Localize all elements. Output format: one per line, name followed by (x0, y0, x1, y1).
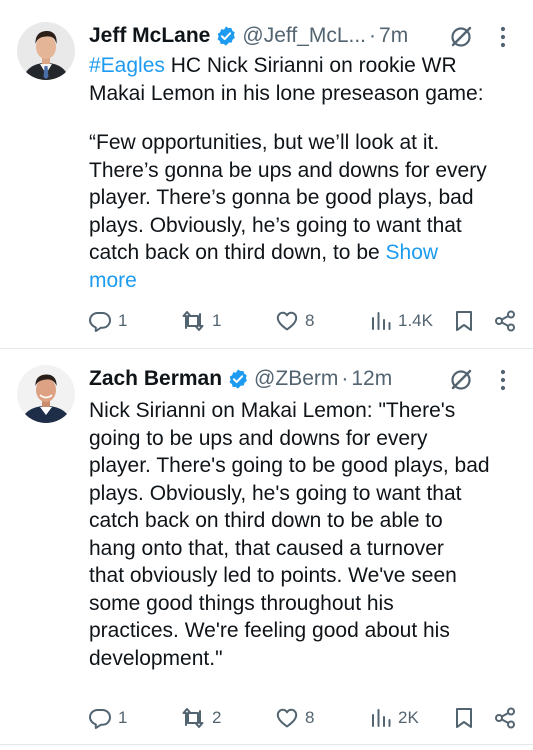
text-line: catch back on third down, to be Show (89, 239, 514, 267)
text-fragment: catch back on third down, to be (89, 241, 386, 264)
avatar[interactable] (17, 365, 75, 423)
text-line: Makai Lemon in his lone preseason game: (89, 81, 484, 105)
like-button[interactable]: 8 (275, 306, 314, 336)
view-count: 2K (398, 708, 419, 727)
heart-icon (275, 706, 299, 730)
like-count: 8 (305, 708, 315, 727)
share-icon (493, 309, 517, 333)
avatar[interactable] (17, 22, 75, 80)
separator-dot: · (369, 24, 377, 47)
bookmark-button[interactable] (453, 703, 475, 733)
repost-count: 2 (212, 708, 222, 727)
more-dots-icon[interactable] (493, 24, 513, 50)
text-line: player. There's going to be good plays, … (89, 454, 490, 477)
author-handle[interactable]: @Jeff_McL... (242, 24, 366, 48)
text-line: “Few opportunities, but we’ll look at it… (89, 131, 440, 154)
show-more-link[interactable]: more (89, 269, 137, 292)
text-line: player. There’s gonna be good plays, bad (89, 186, 474, 209)
text-fragment: HC Nick Sirianni on (164, 54, 353, 77)
share-icon (493, 706, 517, 730)
more-dots-icon[interactable] (493, 367, 513, 393)
repost-icon (180, 309, 206, 333)
repost-button[interactable]: 1 (180, 306, 221, 336)
author-name[interactable]: Jeff McLane (89, 24, 210, 48)
share-button[interactable] (493, 703, 517, 733)
grok-icon[interactable] (448, 24, 474, 50)
repost-button[interactable]: 2 (180, 703, 221, 733)
text-line: practices. We're feeling good about his (89, 619, 450, 642)
views-button[interactable]: 1.4K (370, 306, 433, 336)
tweet-text: Nick Sirianni on Makai Lemon: "There's g… (89, 397, 514, 672)
timestamp[interactable]: 7m (379, 24, 408, 48)
tweet-actions: 1 2 8 2K (88, 703, 520, 733)
reply-count: 1 (118, 708, 128, 727)
views-chart-icon (370, 706, 392, 730)
view-count: 1.4K (398, 311, 433, 330)
repost-icon (180, 706, 206, 730)
text-line: Nick Sirianni on Makai Lemon: "There's (89, 399, 456, 422)
tweet-actions: 1 1 8 1.4K (88, 306, 520, 336)
grok-icon[interactable] (448, 367, 474, 393)
text-line: going to be ups and downs for every (89, 426, 428, 450)
like-button[interactable]: 8 (275, 703, 314, 733)
bookmark-button[interactable] (453, 306, 475, 336)
tweet-divider (0, 744, 533, 745)
share-button[interactable] (493, 306, 517, 336)
text-line: catch back on third down to be able to (89, 509, 443, 532)
text-line: some good things throughout his (89, 591, 394, 615)
separator-dot: · (341, 367, 349, 390)
like-count: 8 (305, 311, 315, 330)
text-line: plays. Obviously, he’s going to want tha… (89, 213, 462, 237)
views-chart-icon (370, 309, 392, 333)
text-line: more (89, 267, 514, 295)
text-line: hang onto that, that caused a turnover (89, 536, 444, 560)
bookmark-icon (453, 706, 475, 730)
author-handle[interactable]: @ZBerm (254, 367, 338, 391)
text-line: plays. Obviously, he's going to want tha… (89, 481, 462, 505)
text-line: #Eagles HC Nick Sirianni on rookie WR (89, 52, 514, 80)
views-button[interactable]: 2K (370, 703, 419, 733)
verified-badge-icon (215, 25, 237, 47)
reply-button[interactable]: 1 (88, 306, 127, 336)
text-line: that obviously led to points. We've seen (89, 564, 457, 587)
text-line: development." (89, 646, 223, 670)
reply-icon (88, 706, 112, 730)
timeline-feed: Jeff McLane @Jeff_McL... · 7m #Eagles HC… (0, 0, 533, 750)
repost-count: 1 (212, 311, 222, 330)
tweet-text: #Eagles HC Nick Sirianni on rookie WR Ma… (89, 52, 514, 294)
text-line: There’s gonna be ups and downs for every (89, 158, 487, 182)
timestamp[interactable]: 12m (351, 367, 392, 391)
verified-badge-icon (227, 368, 249, 390)
show-more-link[interactable]: Show (386, 241, 439, 264)
hashtag-link[interactable]: #Eagles (89, 54, 165, 77)
bookmark-icon (453, 309, 475, 333)
reply-button[interactable]: 1 (88, 703, 127, 733)
reply-icon (88, 309, 112, 333)
paragraph-break (89, 107, 514, 129)
heart-icon (275, 309, 299, 333)
reply-count: 1 (118, 311, 128, 330)
text-fragment: rookie WR (358, 54, 457, 77)
author-name[interactable]: Zach Berman (89, 367, 222, 391)
